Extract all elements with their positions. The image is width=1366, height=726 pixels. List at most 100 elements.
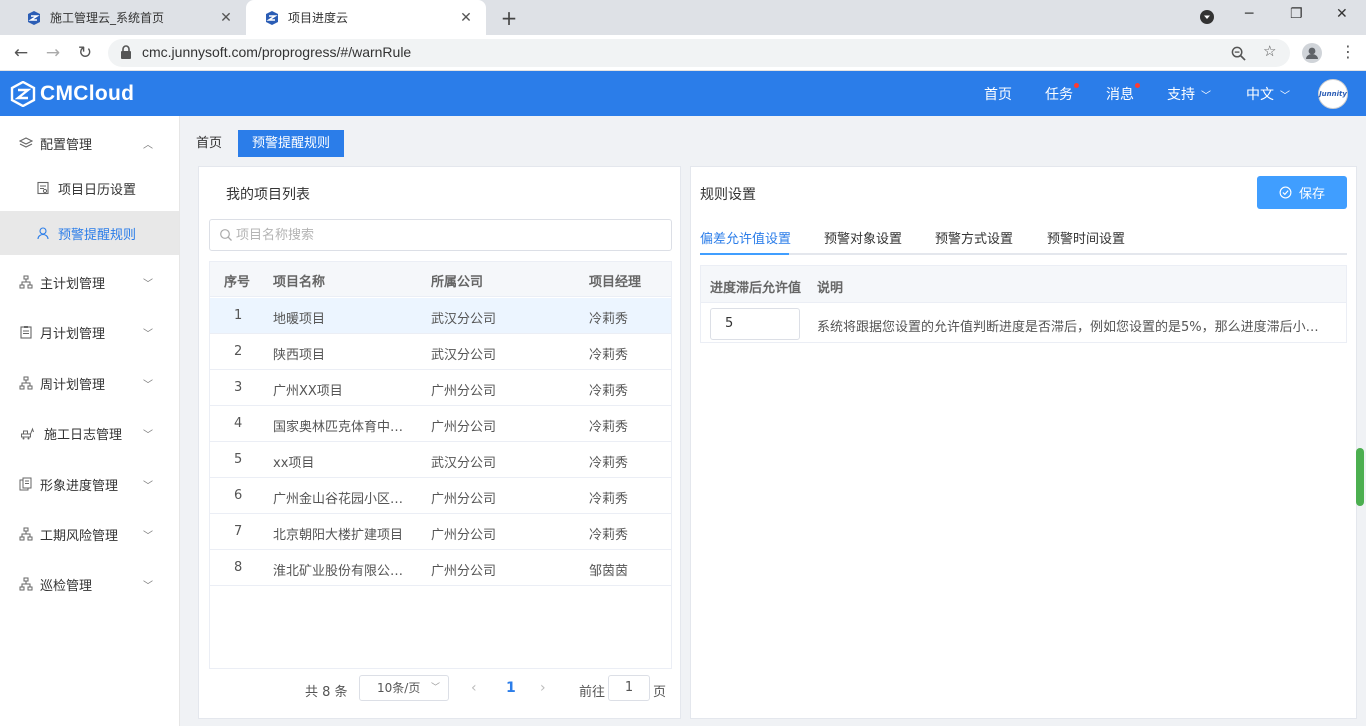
cell-manager: 冷莉秀 [589,528,629,543]
page-suffix: 页 [653,685,667,700]
chevron-down-icon: ﹀ [143,580,153,592]
excavator-icon [21,427,34,440]
project-table: 序号 项目名称 所属公司 项目经理 1 地暖项目 武汉分公司 冷莉秀 2 陕西项目 武汉分公… [209,261,672,669]
close-tab-icon[interactable]: ✕ [218,10,234,26]
new-tab-icon[interactable]: + [498,6,520,30]
tab-warn-time[interactable]: 预警时间设置 [1047,228,1125,255]
sidebar-item-image-progress[interactable]: 形象进度管理 ﹀ [0,462,179,506]
nav-support[interactable]: 支持 ﹀ [1167,84,1211,104]
table-row[interactable]: 4 国家奥林匹克体育中心... 广州分公司 冷莉秀 [210,406,671,442]
cell-name: 广州金山谷花园小区扩... [273,492,413,507]
cell-manager: 冷莉秀 [589,384,629,399]
bookmark-star-icon[interactable]: ☆ [1263,42,1276,60]
table-row[interactable]: 8 淮北矿业股份有限公司... 广州分公司 邹茵茵 [210,550,671,586]
cell-name: 北京朝阳大楼扩建项目 [273,528,404,543]
browser-tab-home[interactable]: 施工管理云_系统首页 ✕ [8,0,246,35]
sidebar-item-label: 形象进度管理 [40,478,119,494]
breadcrumb-active[interactable]: 预警提醒规则 [238,130,345,157]
table-row[interactable]: 3 广州XX项目 广州分公司 冷莉秀 [210,370,671,406]
cmcloud-logo-icon [10,81,36,107]
close-tab-icon[interactable]: ✕ [458,10,474,26]
nav-tasks[interactable]: 任务 [1045,83,1079,104]
prev-page-button[interactable]: ‹ [471,680,477,696]
nav-tasks-label: 任务 [1045,87,1073,103]
sidebar-item-config[interactable]: 配置管理 ︿ [0,121,179,165]
search-input[interactable] [236,225,656,245]
tolerance-input[interactable]: 5 [710,308,800,340]
table-row[interactable]: 2 陕西项目 武汉分公司 冷莉秀 [210,334,671,370]
account-icon[interactable] [1302,43,1322,63]
app-favicon-icon [266,10,278,25]
page-size-select[interactable]: 10条/页 ﹀ [359,675,449,701]
next-page-button[interactable]: › [540,680,546,696]
hierarchy-icon [19,527,33,541]
sidebar-item-monthly-plan[interactable]: 月计划管理 ﹀ [0,310,179,354]
forward-icon[interactable]: → [42,42,64,64]
project-search[interactable] [209,219,672,251]
sidebar-item-calendar[interactable]: 项目日历设置 [0,166,179,210]
browser-toolbar: ← → ↻ cmc.junnysoft.com/proprogress/#/wa… [0,35,1366,71]
nav-support-label: 支持 [1167,87,1195,103]
sidebar-item-weekly-plan[interactable]: 周计划管理 ﹀ [0,361,179,405]
restore-icon[interactable]: ❐ [1290,6,1303,22]
hierarchy-icon [19,376,33,390]
lock-icon [121,45,131,59]
table-row[interactable]: 1 地暖项目 武汉分公司 冷莉秀 [210,298,671,334]
nav-language[interactable]: 中文 ﹀ [1246,84,1290,104]
browser-tab-progress[interactable]: 项目进度云 ✕ [246,0,486,35]
nav-home[interactable]: 首页 [984,84,1012,104]
save-label: 保存 [1298,187,1325,202]
table-row[interactable]: 5 xx项目 武汉分公司 冷莉秀 [210,442,671,478]
sidebar-item-schedule-risk[interactable]: 工期风险管理 ﹀ [0,512,179,556]
table-header: 进度滞后允许值 说明 [701,266,1346,303]
cell-name: 地暖项目 [273,312,326,327]
chevron-down-icon: ﹀ [143,530,153,542]
sidebar-item-label: 预警提醒规则 [58,227,137,243]
browser-menu-icon[interactable]: ⋮ [1340,42,1356,61]
chevron-up-icon: ︿ [143,139,153,151]
rule-tabs: 偏差允许值设置 预警对象设置 预警方式设置 预警时间设置 [700,225,1347,255]
cell-manager: 冷莉秀 [589,420,629,435]
nav-messages[interactable]: 消息 [1106,83,1140,104]
sidebar-item-inspection[interactable]: 巡检管理 ﹀ [0,562,179,606]
logo[interactable]: CMCloud [10,80,134,108]
avatar[interactable]: Junnity [1318,79,1348,109]
project-list-panel: 我的项目列表 序号 项目名称 所属公司 项目经理 1地暖项目武汉分公司冷莉秀2陕… [198,166,681,719]
profile-menu-icon[interactable] [1200,10,1214,24]
column-header: 序号 [224,275,251,290]
sidebar-item-label: 项目日历设置 [58,182,137,198]
table-row[interactable]: 7 北京朝阳大楼扩建项目 广州分公司 冷莉秀 [210,514,671,550]
pagination-total: 共 8 条 [305,685,348,700]
page-scrollbar[interactable] [1356,448,1364,506]
zoom-icon[interactable] [1231,46,1246,61]
goto-page-input[interactable]: 1 [608,675,650,701]
cell-manager: 冷莉秀 [589,312,629,327]
cell-no: 6 [234,488,243,503]
cell-name: xx项目 [273,456,315,471]
save-button[interactable]: 保存 [1257,176,1347,209]
minimize-icon[interactable]: ─ [1245,6,1253,22]
documents-icon [19,477,32,491]
back-icon[interactable]: ← [10,42,32,64]
sidebar-item-label: 施工日志管理 [44,427,123,443]
cell-no: 7 [234,524,243,539]
tab-warn-target[interactable]: 预警对象设置 [824,228,902,255]
address-bar[interactable]: cmc.junnysoft.com/proprogress/#/warnRule… [108,39,1290,67]
clipboard-icon [20,326,32,339]
tab-tolerance[interactable]: 偏差允许值设置 [700,228,791,255]
sidebar-item-label: 主计划管理 [40,276,106,292]
cell-name: 淮北矿业股份有限公司... [273,564,413,579]
sidebar-item-warn-rule[interactable]: 预警提醒规则 [0,211,179,255]
table-header: 序号 项目名称 所属公司 项目经理 [210,262,671,297]
reload-icon[interactable]: ↻ [74,42,96,64]
breadcrumb-home[interactable]: 首页 [182,130,236,157]
tab-warn-method[interactable]: 预警方式设置 [935,228,1013,255]
cell-no: 2 [234,344,243,359]
sidebar-item-label: 巡检管理 [40,578,93,594]
column-header: 项目经理 [589,275,642,290]
sidebar-item-construction-log[interactable]: 施工日志管理 ﹀ [0,411,179,455]
close-window-icon[interactable]: ✕ [1336,6,1348,22]
sidebar-item-master-plan[interactable]: 主计划管理 ﹀ [0,260,179,304]
current-page[interactable]: 1 [506,680,516,696]
table-row[interactable]: 6 广州金山谷花园小区扩... 广州分公司 冷莉秀 [210,478,671,514]
